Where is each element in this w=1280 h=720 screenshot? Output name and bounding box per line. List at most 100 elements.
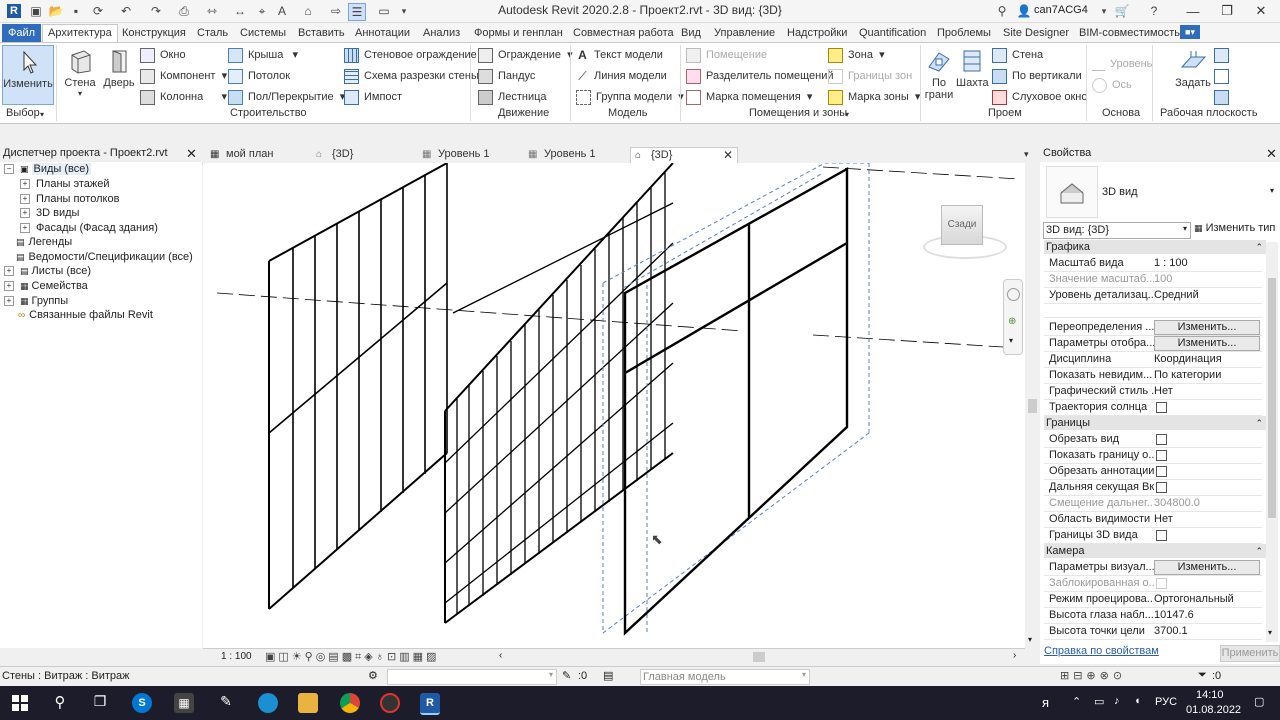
floor-button[interactable]: Пол/Перекрытие ▾ [228, 88, 345, 106]
tabs-dropdown-icon[interactable]: ▾ [1024, 147, 1029, 162]
worksets-icon[interactable]: ⚙ [368, 669, 378, 682]
close-icon[interactable]: ✕ [1266, 146, 1277, 162]
tree-item-legends[interactable]: ▤ Легенды [16, 235, 72, 249]
view-scale[interactable]: 1 : 100 [221, 651, 252, 662]
tab-quantification[interactable]: Quantification [859, 25, 926, 41]
select-dropdown-icon[interactable]: ▾ [40, 110, 44, 119]
tab-bim-interop[interactable]: BIM-совместимость [1079, 25, 1180, 41]
door-button[interactable]: Дверь [102, 45, 136, 89]
3d-view-canvas[interactable]: Сзади ⊕ ▾ ⬉ [203, 162, 1025, 648]
tree-item-3d-views[interactable]: +3D виды [20, 206, 79, 220]
group-camera[interactable]: Камера ⌃ [1044, 544, 1266, 558]
prop-projection-mode[interactable]: Режим проецирова... Ортогональный [1044, 591, 1262, 608]
prop-view-scale[interactable]: Масштаб вида 1 : 100 [1044, 255, 1262, 272]
canvas-vertical-scrollbar[interactable]: ▾ [1025, 163, 1040, 648]
tab-site-designer[interactable]: Site Designer [1003, 25, 1069, 41]
people-icon[interactable]: ᴙ [1042, 695, 1049, 710]
scroll-thumb[interactable] [1028, 399, 1037, 413]
properties-scrollbar[interactable]: ▾ [1266, 242, 1278, 642]
microphone-icon[interactable]: ♪ [1114, 695, 1120, 707]
prop-graphic-style[interactable]: Графический стиль ... Нет [1044, 383, 1262, 400]
user-name[interactable]: can7ACG4 [1034, 4, 1088, 16]
tab-annotate[interactable]: Аннотации [355, 25, 410, 41]
window-button[interactable]: Окно [140, 46, 186, 64]
viewcube-face[interactable]: Сзади [941, 205, 983, 245]
opening-by-face-button[interactable]: По грани [924, 45, 954, 101]
edit-type-button[interactable]: ▦ Изменить тип [1194, 222, 1275, 234]
ramp-button[interactable]: Пандус [478, 67, 535, 85]
roof-button[interactable]: Крыша ▾ [228, 46, 298, 64]
modify-button[interactable]: Изменить [2, 45, 54, 105]
binoculars-icon[interactable]: ⚲ [994, 3, 1010, 19]
curtain-grid-button[interactable]: Схема разрезки стены [344, 67, 479, 85]
annotation-crop-checkbox[interactable] [1156, 466, 1167, 477]
file-explorer-icon[interactable] [298, 693, 318, 713]
level-button[interactable]: Уровень [1092, 55, 1152, 73]
prop-target-elevation[interactable]: Высота точки цели 3700.1 [1044, 623, 1262, 640]
view-control-icons[interactable]: ▣◫☀⚲◎▤▩⌗◈♁⊡▥▦▨ [265, 650, 439, 664]
tab-file[interactable]: Файл [2, 24, 42, 42]
clock-time[interactable]: 14:10 [1196, 689, 1224, 701]
minimize-button[interactable]: — [1176, 0, 1210, 22]
prop-crop-view[interactable]: Обрезать вид [1044, 431, 1262, 448]
dormer-button[interactable]: Слуховое окно [992, 88, 1088, 106]
prop-crop-region-visible[interactable]: Показать границу о... [1044, 447, 1262, 464]
vertical-opening-button[interactable]: По вертикали [992, 67, 1082, 85]
sun-path-checkbox[interactable] [1156, 402, 1167, 413]
show-workplane-button[interactable] [1214, 46, 1234, 64]
room-tag-button[interactable]: Марка помещения ▾ [686, 88, 812, 106]
tab-massing-site[interactable]: Формы и генплан [474, 25, 563, 41]
workset-select[interactable]: ▾ [387, 669, 557, 685]
prop-show-hidden[interactable]: Показать невидим... По категории [1044, 367, 1262, 384]
search-icon[interactable]: ⚲ [50, 693, 70, 713]
skype-icon[interactable]: S [132, 693, 152, 713]
grid-button[interactable]: Ось [1092, 76, 1132, 94]
chrome-icon[interactable] [340, 693, 360, 713]
edit-graphic-display-button[interactable]: Изменить... [1154, 336, 1260, 351]
tab-3d-active[interactable]: ⌂ {3D} ✕ [630, 147, 738, 163]
tree-item-schedules[interactable]: ▤ Ведомости/Спецификации (все) [16, 250, 193, 264]
tree-item-groups[interactable]: + ▦ Группы [4, 294, 68, 308]
instance-selector[interactable]: 3D вид: {3D} ▾ [1043, 222, 1191, 239]
panel-toggle-icon[interactable]: ■▾ [1180, 25, 1200, 39]
viewer-button[interactable] [1214, 88, 1234, 106]
far-clip-checkbox[interactable] [1156, 482, 1167, 493]
notifications-icon[interactable]: ▢ [1254, 695, 1264, 708]
language-indicator[interactable]: РУС [1155, 696, 1177, 708]
tree-item-families[interactable]: + ▦ Семейства [4, 279, 88, 293]
close-button[interactable]: ✕ [1244, 0, 1278, 22]
apply-button[interactable]: Применить [1220, 645, 1280, 662]
zoom-icon[interactable]: ⊕ [1008, 316, 1016, 327]
wall-button[interactable]: Стена ▾ [62, 45, 98, 98]
model-line-button[interactable]: ⟋ Линия модели [576, 67, 666, 85]
set-workplane-button[interactable]: Задать [1174, 45, 1212, 89]
tab-architecture[interactable]: Архитектура [42, 24, 118, 43]
model-text-button[interactable]: A Текст модели [576, 46, 663, 64]
windows-start-icon[interactable] [10, 693, 30, 713]
recorder-icon[interactable] [380, 693, 400, 713]
volume-icon[interactable]: ◖ [1134, 695, 1141, 707]
tab-collaborate[interactable]: Совместная работа [573, 25, 674, 41]
column-button[interactable]: Колонна ▾ [140, 88, 227, 106]
type-dropdown-icon[interactable]: ▾ [1270, 186, 1274, 195]
prop-render-settings[interactable]: Параметры визуал... Изменить... [1044, 559, 1262, 576]
tab-steel[interactable]: Сталь [197, 25, 228, 41]
wall-opening-button[interactable]: Стена [992, 46, 1043, 64]
tree-item-sheets[interactable]: + ▤ Листы (все) [4, 264, 91, 278]
filter-icon[interactable]: ⏷ [1198, 669, 1207, 682]
prop-eye-elevation[interactable]: Высота глаза набл... 10147.6 [1044, 607, 1262, 624]
clock-date[interactable]: 01.08.2022 [1186, 704, 1241, 716]
properties-help-link[interactable]: Справка по свойствам [1044, 645, 1159, 657]
shaft-button[interactable]: Шахта [956, 45, 989, 89]
tab-view[interactable]: Вид [681, 25, 701, 41]
user-dropdown-icon[interactable]: ▾ [1096, 3, 1112, 19]
selection-options-icons[interactable]: ⊞⊟⊕⊗⊙ [1060, 669, 1126, 682]
cart-icon[interactable]: 🛒 [1114, 3, 1130, 19]
crop-region-checkbox[interactable] [1156, 450, 1167, 461]
paint-icon[interactable]: ✎ [216, 693, 236, 713]
task-view-icon[interactable]: ❐ [90, 693, 110, 713]
revit-taskbar-icon[interactable]: R [420, 693, 440, 715]
ref-plane-button[interactable] [1214, 67, 1234, 85]
calculator-icon[interactable]: ▦ [174, 693, 194, 713]
tab-structure[interactable]: Конструкция [122, 25, 186, 41]
